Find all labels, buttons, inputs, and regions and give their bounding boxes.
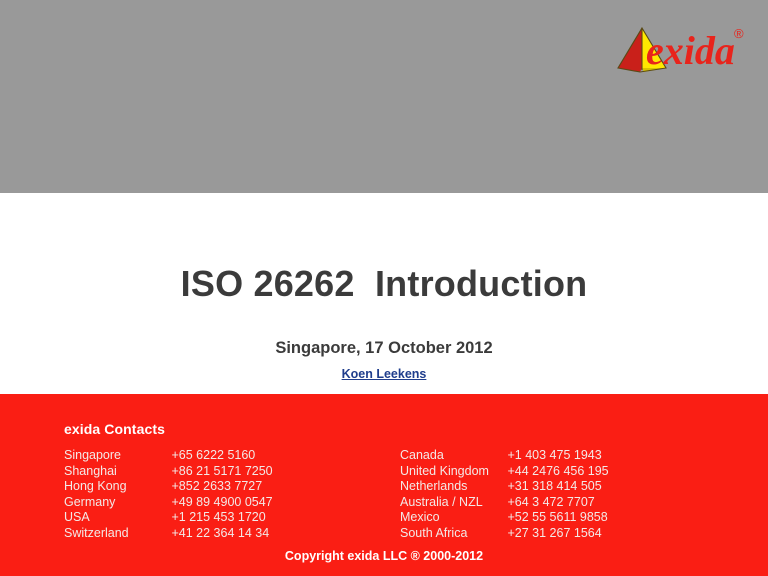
presenter-link[interactable]: Koen Leekens <box>342 367 427 381</box>
presenter-line: Koen Leekens <box>0 365 768 383</box>
contact-row: Mexico +52 55 5611 9858 <box>400 510 740 526</box>
contact-country: Canada <box>400 448 444 462</box>
contact-phone: +1 215 453 1720 <box>171 510 266 524</box>
contact-phone: +44 2476 456 195 <box>507 463 609 478</box>
contact-phone: +52 55 5611 9858 <box>507 510 608 524</box>
svg-text:exida: exida <box>646 28 735 73</box>
page-title: ISO 26262 Introduction <box>180 263 588 304</box>
contact-phone: +49 89 4900 0547 <box>171 494 273 509</box>
contacts-heading: exida Contacts <box>64 421 165 437</box>
contact-row: Hong Kong +852 2633 7727 <box>64 479 404 495</box>
contact-row: South Africa +27 31 267 1564 <box>400 526 740 542</box>
contact-phone: +27 31 267 1564 <box>507 525 602 540</box>
exida-pyramid-logo: exida ® <box>610 14 754 78</box>
contact-phone: +31 318 414 505 <box>507 479 602 493</box>
contact-phone: +852 2633 7727 <box>171 479 263 493</box>
contact-row: Germany +49 89 4900 0547 <box>64 495 404 511</box>
title-area: ISO 26262 Introduction Singapore, 17 Oct… <box>0 193 768 394</box>
contact-phone: +64 3 472 7707 <box>507 494 595 509</box>
svg-text:®: ® <box>734 26 744 41</box>
presentation-slide: exida ® ISO 26262 Introduction Singapore… <box>0 0 768 576</box>
contact-country: USA <box>64 510 90 524</box>
contact-phone: +1 403 475 1943 <box>507 448 602 462</box>
contact-row: Switzerland +41 22 364 14 34 <box>64 526 404 542</box>
contacts-column-right: Canada +1 403 475 1943 United Kingdom +4… <box>400 448 740 541</box>
contact-country: Mexico <box>400 510 440 524</box>
contact-row: Australia / NZL +64 3 472 7707 <box>400 495 740 511</box>
copyright-notice: Copyright exida LLC ® 2000-2012 <box>284 549 484 563</box>
event-subtitle: Singapore, 17 October 2012 <box>275 339 493 357</box>
contact-row: USA +1 215 453 1720 <box>64 510 404 526</box>
contact-country: Germany <box>64 494 116 509</box>
contacts-column-left: Singapore +65 6222 5160 Shanghai +86 21 … <box>64 448 404 541</box>
contact-phone: +41 22 364 14 34 <box>171 525 270 540</box>
header-banner: exida ® <box>0 0 768 193</box>
contact-country: Singapore <box>64 448 121 462</box>
contact-phone: +65 6222 5160 <box>171 448 256 462</box>
contact-country: South Africa <box>400 525 468 540</box>
contact-country: Shanghai <box>64 463 117 478</box>
contact-row: Canada +1 403 475 1943 <box>400 448 740 464</box>
contact-row: Netherlands +31 318 414 505 <box>400 479 740 495</box>
contact-row: United Kingdom +44 2476 456 195 <box>400 464 740 480</box>
contact-country: Australia / NZL <box>400 494 483 509</box>
contact-country: Switzerland <box>64 525 129 540</box>
contact-row: Shanghai +86 21 5171 7250 <box>64 464 404 480</box>
contact-country: United Kingdom <box>400 463 489 478</box>
contact-country: Netherlands <box>400 479 468 493</box>
contact-country: Hong Kong <box>64 479 127 493</box>
contact-phone: +86 21 5171 7250 <box>171 463 273 478</box>
contacts-band: exida Contacts Singapore +65 6222 5160 S… <box>0 394 768 576</box>
contact-row: Singapore +65 6222 5160 <box>64 448 404 464</box>
